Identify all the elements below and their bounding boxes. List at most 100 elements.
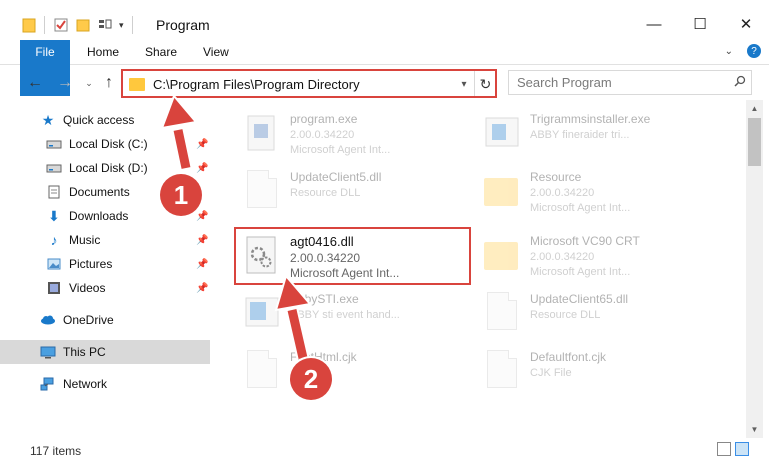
file-item[interactable]: Defaultfont.cjk CJK File bbox=[478, 344, 718, 400]
sidebar-item-network[interactable]: Network bbox=[0, 372, 210, 396]
file-type: Resource DLL bbox=[290, 187, 361, 199]
file-name: AbbySTI.exe bbox=[290, 292, 359, 306]
file-item[interactable]: Trigrammsinstaller.exe ABBY fineraider t… bbox=[478, 106, 718, 162]
sidebar-item-onedrive[interactable]: OneDrive bbox=[0, 308, 210, 332]
quick-access-toolbar: ▾ bbox=[22, 14, 135, 36]
file-name: Defaultfont.cjk bbox=[530, 350, 607, 364]
file-item[interactable]: FontHtml.cjk bbox=[238, 344, 478, 400]
folder-icon[interactable] bbox=[22, 17, 36, 33]
back-button[interactable]: ← bbox=[24, 72, 46, 94]
sidebar-item-label: Network bbox=[63, 377, 108, 391]
scroll-down-icon[interactable]: ▼ bbox=[746, 421, 763, 438]
close-button[interactable]: ✕ bbox=[723, 8, 769, 40]
file-item[interactable]: UpdateClient65.dll Resource DLL bbox=[478, 286, 718, 342]
maximize-button[interactable]: ☐ bbox=[677, 8, 723, 40]
dll-icon bbox=[244, 170, 280, 214]
customize-icon[interactable] bbox=[97, 17, 113, 33]
download-icon: ⬇ bbox=[48, 207, 60, 224]
folder-icon bbox=[484, 234, 520, 278]
step-callout-2: 2 bbox=[290, 358, 332, 400]
pin-icon[interactable]: 📌 bbox=[196, 235, 208, 246]
file-version: 2.00.0.34220 bbox=[530, 251, 595, 263]
chevron-down-icon[interactable]: ▾ bbox=[119, 20, 124, 31]
file-icon bbox=[484, 350, 520, 394]
pin-icon[interactable]: 📌 bbox=[196, 259, 208, 270]
file-description: ABBY sti event hand... bbox=[290, 309, 400, 321]
chevron-down-icon: ⌄ bbox=[85, 77, 93, 88]
window-controls: — ☐ ✕ bbox=[631, 8, 769, 40]
drive-icon bbox=[46, 137, 62, 151]
details-view-icon[interactable] bbox=[717, 442, 731, 456]
document-icon bbox=[46, 185, 62, 199]
file-description: Microsoft Agent Int... bbox=[290, 144, 391, 156]
new-folder-icon[interactable] bbox=[75, 17, 91, 33]
file-item[interactable]: Resource 2.00.0.34220 Microsoft Agent In… bbox=[478, 164, 718, 220]
navigation-pane: ★ Quick access Local Disk (C:) 📌 Local D… bbox=[0, 104, 210, 436]
minimize-button[interactable]: — bbox=[631, 8, 677, 40]
title-bar: ▾ Program — ☐ ✕ bbox=[0, 0, 769, 44]
sidebar-item-local-disk-c[interactable]: Local Disk (C:) 📌 bbox=[0, 132, 210, 156]
file-name: Trigrammsinstaller.exe bbox=[530, 112, 651, 126]
file-description: ABBY fineraider tri... bbox=[530, 129, 630, 141]
tab-view[interactable]: View bbox=[189, 40, 243, 65]
file-type: Resource DLL bbox=[530, 309, 601, 321]
pin-icon[interactable]: 📌 bbox=[196, 211, 208, 222]
sidebar-item-label: Videos bbox=[69, 281, 106, 295]
sidebar-item-music[interactable]: ♪ Music 📌 bbox=[0, 228, 210, 252]
sidebar-item-label: Quick access bbox=[63, 113, 135, 127]
file-name: Microsoft VC90 CRT bbox=[530, 234, 640, 248]
file-item[interactable]: Microsoft VC90 CRT 2.00.0.34220 Microsof… bbox=[478, 228, 718, 284]
forward-button[interactable]: → bbox=[54, 72, 76, 94]
file-highlight bbox=[234, 227, 471, 285]
help-icon[interactable]: ? bbox=[747, 44, 761, 58]
sidebar-item-pictures[interactable]: Pictures 📌 bbox=[0, 252, 210, 276]
sidebar-item-this-pc[interactable]: This PC bbox=[0, 340, 210, 364]
search-input[interactable]: Search Program bbox=[509, 75, 729, 90]
exe-icon bbox=[244, 112, 280, 156]
sidebar-item-label: This PC bbox=[63, 345, 106, 359]
exe-icon bbox=[484, 112, 520, 156]
step-callout-1: 1 bbox=[160, 174, 202, 216]
file-item[interactable]: AbbySTI.exe ABBY sti event hand... bbox=[238, 286, 478, 342]
sidebar-item-label: Pictures bbox=[69, 257, 113, 271]
pin-icon[interactable]: 📌 bbox=[196, 283, 208, 294]
file-item[interactable]: program.exe 2.00.0.34220 Microsoft Agent… bbox=[238, 106, 478, 162]
computer-icon bbox=[40, 345, 56, 359]
scroll-up-icon[interactable]: ▲ bbox=[746, 100, 763, 117]
pin-icon[interactable]: 📌 bbox=[196, 139, 208, 150]
vertical-scrollbar[interactable]: ▲ ▼ bbox=[746, 100, 763, 438]
ribbon: File Home Share View ⌄ ? bbox=[0, 40, 769, 96]
exe-icon bbox=[244, 292, 280, 336]
ribbon-right-controls: ⌄ ? bbox=[725, 44, 761, 58]
file-item[interactable]: UpdateClient5.dll Resource DLL bbox=[238, 164, 478, 220]
tab-home[interactable]: Home bbox=[73, 40, 133, 65]
cloud-icon bbox=[40, 313, 56, 327]
sidebar-item-quick-access[interactable]: ★ Quick access bbox=[0, 108, 210, 132]
picture-icon bbox=[46, 257, 62, 271]
chevron-down-icon[interactable]: ⌄ bbox=[725, 46, 733, 57]
file-name: program.exe bbox=[290, 112, 358, 126]
tiles-view-icon[interactable] bbox=[735, 442, 749, 456]
properties-icon[interactable] bbox=[53, 17, 69, 33]
network-icon bbox=[40, 377, 56, 391]
file-name: Resource bbox=[530, 170, 582, 184]
file-version: 2.00.0.34220 bbox=[290, 129, 355, 141]
sidebar-item-label: Local Disk (D:) bbox=[69, 161, 148, 175]
file-description: Microsoft Agent Int... bbox=[530, 266, 631, 278]
sidebar-item-label: Local Disk (C:) bbox=[69, 137, 148, 151]
tab-share[interactable]: Share bbox=[131, 40, 191, 65]
sidebar-item-label: Music bbox=[69, 233, 101, 247]
up-button[interactable]: ↑ bbox=[98, 72, 120, 94]
scroll-thumb[interactable] bbox=[748, 118, 761, 166]
pin-icon[interactable]: 📌 bbox=[196, 163, 208, 174]
recent-locations-button[interactable]: ⌄ bbox=[78, 72, 100, 94]
toolbar-separator bbox=[44, 16, 45, 34]
status-bar: 117 items bbox=[0, 438, 769, 474]
search-box[interactable]: Search Program bbox=[508, 70, 752, 95]
item-count: 117 items bbox=[30, 444, 82, 458]
sidebar-item-label: Documents bbox=[69, 185, 130, 199]
video-icon bbox=[46, 281, 62, 295]
file-name: UpdateClient65.dll bbox=[530, 292, 629, 306]
sidebar-item-videos[interactable]: Videos 📌 bbox=[0, 276, 210, 300]
folder-icon bbox=[484, 170, 520, 214]
